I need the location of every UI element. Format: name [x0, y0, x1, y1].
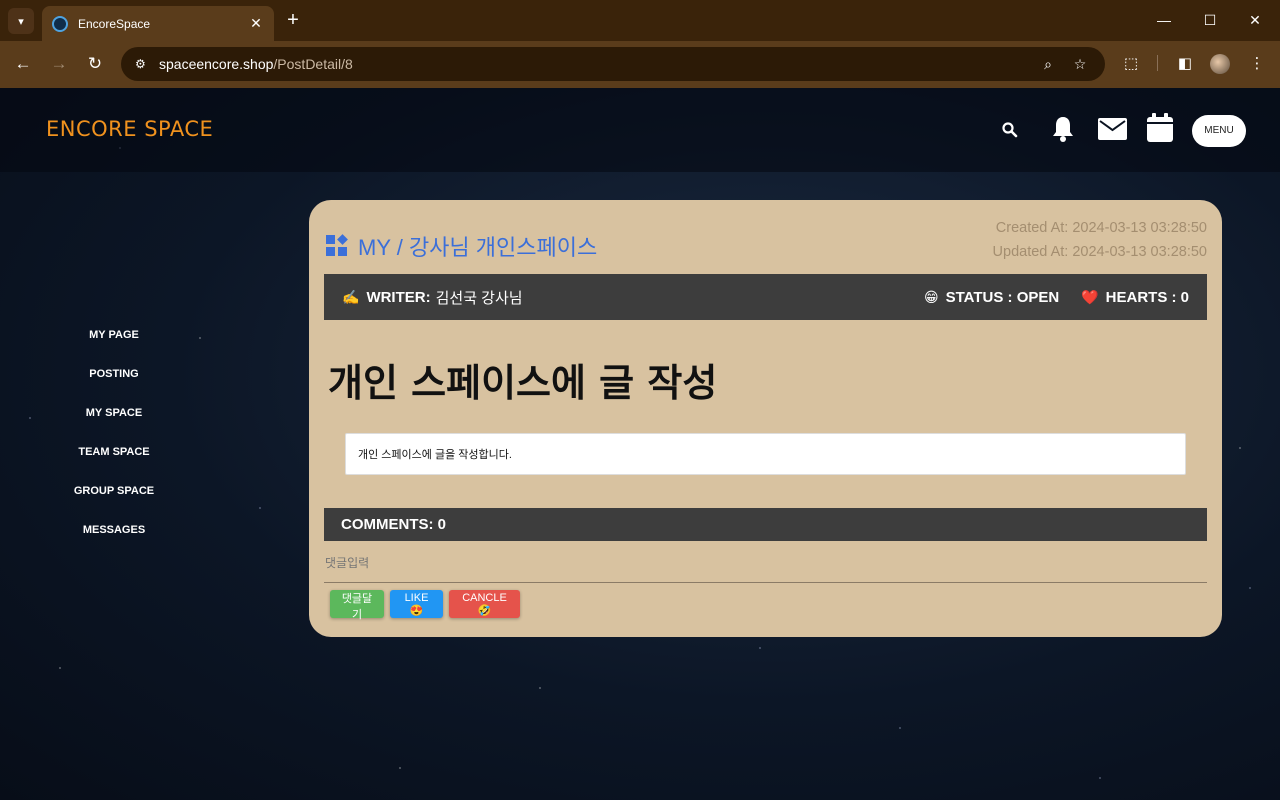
- writer-name: 김선국 강사님: [435, 289, 523, 307]
- maximize-icon[interactable]: ☐: [1200, 10, 1220, 30]
- calendar-icon[interactable]: [1147, 113, 1173, 142]
- browser-menu-icon[interactable]: ⋮: [1247, 54, 1267, 74]
- post-body: 개인 스페이스에 글을 작성합니다.: [345, 433, 1186, 475]
- url-domain: spaceencore.shop: [159, 56, 274, 72]
- heart-icon: ❤️: [1081, 288, 1099, 305]
- site-info-icon[interactable]: ⚙: [135, 57, 157, 71]
- browser-titlebar: ▾ EncoreSpace ✕ + — ☐ ✕: [0, 0, 1280, 41]
- like-button[interactable]: LIKE 😍: [390, 590, 443, 618]
- menu-button[interactable]: MENU: [1192, 115, 1246, 147]
- extensions-icon[interactable]: ⬚: [1121, 54, 1141, 74]
- tab-close-icon[interactable]: ✕: [246, 15, 266, 32]
- sidebar-item-team-space[interactable]: TEAM SPACE: [54, 442, 174, 481]
- back-icon[interactable]: ←: [12, 53, 34, 75]
- site-header: ENCORE SPACE MENU: [0, 88, 1280, 172]
- bookmark-star-icon[interactable]: ☆: [1071, 55, 1089, 73]
- sidebar-item-group-space[interactable]: GROUP SPACE: [54, 481, 174, 520]
- reload-icon[interactable]: ↻: [84, 53, 106, 75]
- dashboard-icon: [326, 234, 348, 257]
- updated-at: Updated At: 2024-03-13 03:28:50: [992, 244, 1207, 260]
- grin-face-icon: 😁: [923, 288, 939, 305]
- url-text: spaceencore.shop/PostDetail/8: [159, 56, 353, 72]
- post-info-bar: ✍️ WRITER: 김선국 강사님 😁 STATUS : OPEN ❤️ HE…: [324, 274, 1207, 320]
- breadcrumb: MY / 강사님 개인스페이스: [326, 230, 597, 262]
- sidebar-item-messages[interactable]: MESSAGES: [54, 520, 174, 559]
- browser-toolbar: ← → ↻ ⚙ spaceencore.shop/PostDetail/8 ⌕ …: [0, 41, 1280, 88]
- minimize-icon[interactable]: —: [1154, 10, 1174, 30]
- sidebar-item-my-page[interactable]: MY PAGE: [54, 325, 174, 364]
- new-tab-icon[interactable]: +: [282, 9, 304, 31]
- site-favicon-icon: [52, 15, 68, 32]
- tab-search-icon[interactable]: ▾: [8, 8, 34, 34]
- cancel-button[interactable]: CANCLE 🤣: [449, 590, 520, 618]
- tab-title: EncoreSpace: [78, 16, 151, 31]
- window-close-icon[interactable]: ✕: [1245, 10, 1265, 30]
- status-text: STATUS : OPEN: [945, 288, 1060, 306]
- address-bar[interactable]: ⚙ spaceencore.shop/PostDetail/8 ⌕ ☆: [121, 47, 1105, 81]
- writer-info: ✍️ WRITER: 김선국 강사님: [342, 287, 523, 308]
- writing-hand-icon: ✍️: [342, 288, 360, 305]
- writer-label: WRITER:: [366, 288, 431, 306]
- toolbar-divider: [1157, 55, 1158, 71]
- post-title: 개인 스페이스에 글 작성: [328, 361, 718, 405]
- sidebar-item-my-space[interactable]: MY SPACE: [54, 403, 174, 442]
- hearts-count: HEARTS : 0: [1105, 288, 1189, 306]
- forward-icon[interactable]: →: [48, 53, 70, 75]
- page-background: ENCORE SPACE MENU MY PAGE POSTING MY SPA…: [0, 88, 1280, 800]
- comment-input[interactable]: [324, 552, 1207, 583]
- url-path: /PostDetail/8: [273, 56, 353, 72]
- submit-comment-button[interactable]: 댓글달기: [330, 590, 384, 621]
- profile-avatar[interactable]: [1210, 54, 1230, 74]
- site-logo[interactable]: ENCORE SPACE: [46, 117, 213, 141]
- mail-icon[interactable]: [1098, 118, 1127, 140]
- side-panel-icon[interactable]: ◧: [1175, 54, 1195, 74]
- browser-tab[interactable]: EncoreSpace ✕: [42, 6, 274, 41]
- comments-header: COMMENTS: 0: [324, 508, 1207, 541]
- bell-icon[interactable]: [1050, 115, 1076, 143]
- search-icon[interactable]: [1001, 121, 1019, 139]
- zoom-icon[interactable]: ⌕: [1039, 55, 1057, 73]
- breadcrumb-text[interactable]: MY / 강사님 개인스페이스: [358, 230, 597, 262]
- created-at: Created At: 2024-03-13 03:28:50: [995, 220, 1207, 236]
- hearts-info: ❤️ HEARTS : 0: [1081, 289, 1189, 306]
- status-info: 😁 STATUS : OPEN: [924, 289, 1059, 306]
- post-dates: Created At: 2024-03-13 03:28:50 Updated …: [993, 216, 1207, 264]
- sidebar-nav: MY PAGE POSTING MY SPACE TEAM SPACE GROU…: [54, 325, 174, 559]
- post-card: MY / 강사님 개인스페이스 Created At: 2024-03-13 0…: [309, 200, 1222, 637]
- sidebar-item-posting[interactable]: POSTING: [54, 364, 174, 403]
